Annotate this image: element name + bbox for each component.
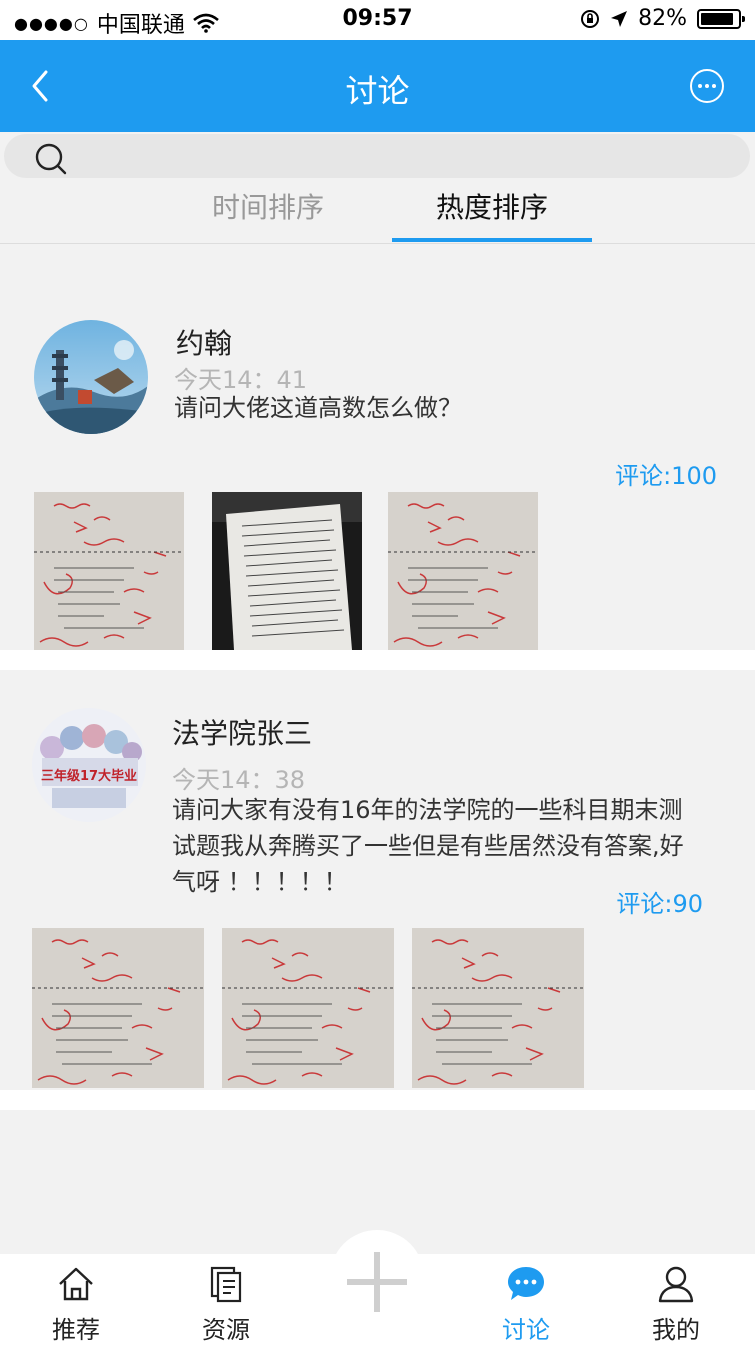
post-divider (0, 650, 755, 670)
avatar[interactable]: 三年级17大毕业 (32, 708, 146, 822)
post-image[interactable] (412, 928, 584, 1088)
avatar-caption: 三年级17大毕业 (41, 768, 137, 784)
search-icon (35, 143, 67, 175)
add-post-button[interactable] (330, 1230, 424, 1324)
post-image[interactable] (34, 492, 184, 650)
tab-mine[interactable]: 我的 (621, 1264, 731, 1345)
battery-percent: 82% (638, 6, 687, 31)
tab-recommend[interactable]: 推荐 (21, 1264, 131, 1345)
post-author[interactable]: 约翰 (176, 322, 232, 362)
documents-icon (210, 1266, 242, 1303)
more-options-icon[interactable] (689, 68, 725, 104)
person-icon (658, 1266, 694, 1303)
tab-popularity-sort[interactable]: 热度排序 (392, 186, 592, 226)
post-image[interactable] (32, 928, 204, 1088)
post-divider (0, 1090, 755, 1110)
status-right: 82% (580, 6, 745, 31)
tab-label: 推荐 (52, 1316, 100, 1344)
avatar[interactable] (34, 320, 148, 434)
comment-count[interactable]: 评论:100 (615, 456, 717, 491)
rotation-lock-icon (581, 9, 600, 28)
home-icon (59, 1267, 93, 1301)
post-image[interactable] (212, 492, 362, 650)
active-tab-indicator (392, 238, 592, 242)
tab-resources[interactable]: 资源 (171, 1264, 281, 1345)
search-bar (0, 132, 755, 180)
post-card[interactable]: 三年级17大毕业 法学院张三 今天14：38 请问大家有没有16年的法学院的一些… (0, 670, 755, 1090)
tab-discussion[interactable]: 讨论 (471, 1264, 581, 1345)
search-input[interactable] (84, 140, 724, 172)
tab-label: 讨论 (502, 1316, 550, 1344)
tab-time-sort[interactable]: 时间排序 (168, 186, 368, 226)
post-author[interactable]: 法学院张三 (172, 712, 312, 752)
post-text-line: 请问大家有没有16年的法学院的一些科目期末测 (172, 796, 683, 824)
nav-bar: 讨论 (0, 40, 755, 132)
tab-label: 资源 (202, 1316, 250, 1344)
post-text-line: 试题我从奔腾买了一些但是有些居然没有答案,好 (172, 832, 684, 860)
page-title: 讨论 (345, 72, 410, 110)
chat-icon (508, 1267, 544, 1300)
battery-icon (697, 8, 745, 29)
sort-tabs: 时间排序 热度排序 (0, 180, 755, 244)
post-time: 今天14：38 (172, 766, 306, 794)
post-image[interactable] (388, 492, 538, 650)
tab-label: 我的 (652, 1316, 700, 1344)
location-arrow-icon (611, 10, 628, 27)
post-image[interactable] (222, 928, 394, 1088)
plus-icon (347, 1252, 407, 1312)
post-text: 请问大佬这道高数怎么做？ (174, 394, 462, 422)
search-box[interactable] (4, 134, 750, 178)
post-card[interactable]: 约翰 今天14：41 请问大佬这道高数怎么做？ 评论:100 (0, 284, 755, 650)
comment-count[interactable]: 评论:90 (616, 884, 703, 919)
status-bar: ●●●●○ 中国联通 09:57 82% (0, 0, 755, 40)
